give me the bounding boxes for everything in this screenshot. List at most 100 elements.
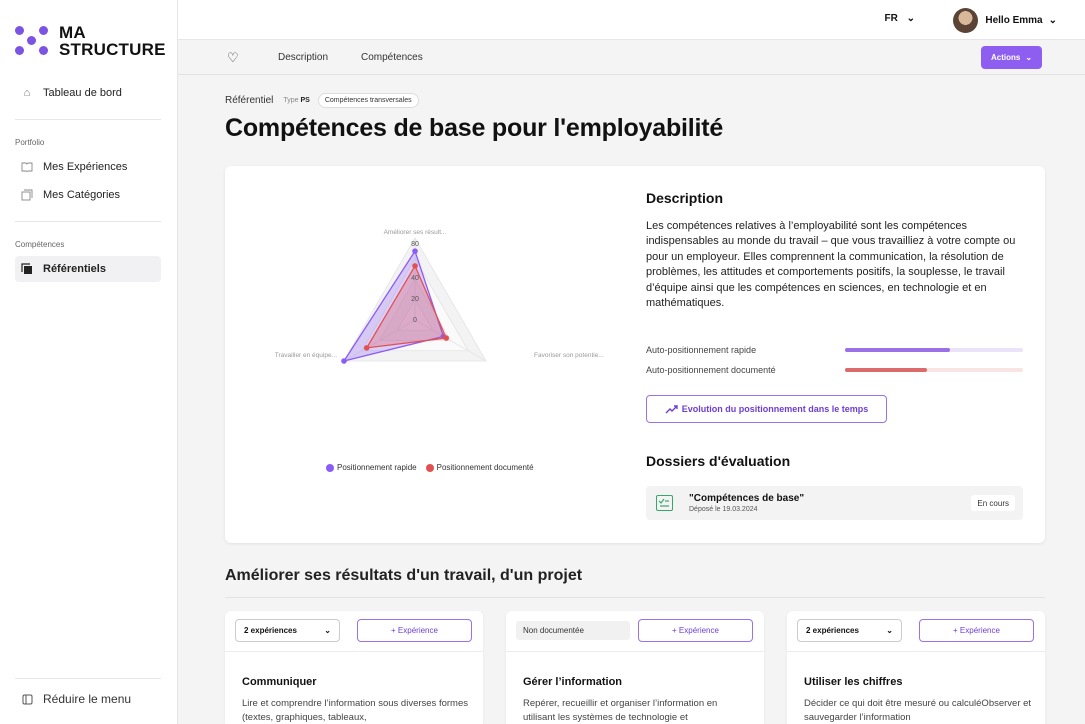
positioning-row-documente: Auto-positionnement documenté [646, 364, 1023, 376]
sidebar-divider [15, 221, 161, 222]
collapse-menu-button[interactable]: Réduire le menu [15, 686, 161, 712]
radar-axis-label: Favoriser son potentie... [534, 352, 604, 359]
logo-line2: STRUCTURE [59, 40, 166, 59]
experiences-select[interactable]: 2 expériences ⌄ [797, 619, 902, 642]
radar-axis-label: Travailler en équipe... [275, 352, 337, 359]
sidebar-item-categories[interactable]: Mes Catégories [15, 182, 161, 208]
overview-card: 80 40 20 0 Améliorer ses résult... Favoriser … [225, 166, 1045, 543]
chevron-down-icon: ⌄ [1025, 53, 1033, 62]
sidebar-section-portfolio: Portfolio [15, 138, 45, 147]
legend-item-documente[interactable]: Positionnement documenté [425, 463, 534, 472]
competence-name: Communiquer [242, 676, 317, 688]
select-value: 2 expériences [244, 626, 297, 635]
checklist-icon [656, 495, 673, 511]
radar-tick-label: 20 [411, 296, 419, 303]
user-greeting: Hello Emma [985, 15, 1043, 26]
sidebar-item-referentiels[interactable]: Référentiels [15, 256, 161, 282]
dossiers-title: Dossiers d'évaluation [646, 453, 791, 469]
progress-track [845, 368, 1023, 372]
dossier-date: Déposé le 19.03.2024 [689, 506, 758, 513]
radar-tick-label: 80 [411, 241, 419, 248]
user-menu[interactable]: Hello Emma ⌄ [953, 8, 1057, 33]
legend-dot [326, 463, 334, 472]
sidebar-item-dashboard[interactable]: ⌂ Tableau de bord [15, 80, 161, 106]
competence-description: Décider ce qui doit être mesuré ou calcu… [804, 698, 1032, 723]
page-title: Compétences de base pour l'employabilité [225, 114, 724, 142]
add-experience-button[interactable]: + Expérience [919, 619, 1034, 642]
tabs-bar: ♡ Description Compétences Actions ⌄ [178, 40, 1085, 75]
legend-item-rapide[interactable]: Positionnement rapide [326, 463, 417, 472]
sidebar-section-competences: Compétences [15, 240, 65, 249]
status-badge: En cours [971, 495, 1015, 511]
sidebar-divider [15, 119, 161, 120]
radar-point [443, 335, 450, 341]
avatar [953, 8, 979, 33]
sidebar-item-label: Tableau de bord [43, 87, 122, 99]
tab-description[interactable]: Description [278, 52, 328, 63]
trending-up-icon [665, 404, 678, 413]
copy-icon [21, 189, 33, 201]
description-text: Les compétences relatives à l’employabil… [646, 220, 1016, 310]
competence-name: Utiliser les chiffres [804, 676, 903, 688]
add-experience-button[interactable]: + Expérience [638, 619, 753, 642]
radar-tick-label: 0 [413, 317, 417, 324]
logo-line1: MA [59, 23, 86, 42]
radar-chart: 80 40 20 0 Améliorer ses résult... Favoriser … [275, 229, 604, 364]
chevron-down-icon: ⌄ [1048, 15, 1057, 26]
positioning-label: Auto-positionnement rapide [646, 345, 757, 355]
legend-label: Positionnement documenté [436, 463, 534, 472]
evolution-button[interactable]: Evolution du positionnement dans le temp… [646, 395, 887, 423]
book-open-icon [21, 161, 33, 173]
radar-point [412, 248, 418, 254]
add-experience-button[interactable]: + Expérience [357, 619, 472, 642]
legend-dot [425, 463, 434, 472]
breadcrumb-label[interactable]: Référentiel [225, 95, 273, 106]
positioning-row-rapide: Auto-positionnement rapide [646, 344, 1023, 356]
collapse-menu-label: Réduire le menu [43, 692, 132, 706]
radar-axis-label: Améliorer ses résult... [384, 229, 447, 236]
progress-fill [845, 368, 927, 372]
language-selector[interactable]: FR ⌄ [884, 13, 915, 24]
actions-label: Actions [990, 53, 1021, 62]
logo-text: MA STRUCTURE [59, 24, 166, 58]
logo[interactable]: MA STRUCTURE [15, 24, 166, 58]
experiences-select[interactable]: 2 expériences ⌄ [235, 619, 340, 642]
documentation-status: Non documentée [516, 621, 630, 640]
category-tag: Compétences transversales [317, 93, 419, 108]
competence-card: 2 expériences ⌄ + Expérience Utiliser le… [787, 611, 1045, 724]
stack-icon [21, 263, 33, 275]
section-divider [225, 597, 1045, 598]
positioning-label: Auto-positionnement documenté [646, 365, 776, 375]
sidebar-item-label: Mes Catégories [43, 189, 121, 201]
sidebar: MA STRUCTURE ⌂ Tableau de bord Portfolio… [0, 0, 178, 724]
progress-fill [845, 348, 951, 352]
tab-competences[interactable]: Compétences [361, 52, 423, 63]
heart-icon[interactable]: ♡ [227, 50, 239, 66]
section-title: Améliorer ses résultats d'un travail, d'… [225, 567, 583, 584]
dossier-item[interactable]: "Compétences de base" Déposé le 19.03.20… [646, 486, 1023, 520]
sidebar-item-label: Mes Expériences [43, 161, 128, 173]
radar-point [412, 263, 418, 269]
actions-button[interactable]: Actions ⌄ [981, 46, 1042, 69]
radar-point [363, 345, 370, 351]
competence-card: 2 expériences ⌄ + Expérience Communiquer… [225, 611, 483, 724]
radar-point [341, 358, 347, 364]
evolution-button-label: Evolution du positionnement dans le temp… [681, 404, 869, 414]
description-title: Description [646, 190, 724, 206]
type-value: PS [300, 97, 310, 104]
card-divider [225, 651, 483, 652]
competence-name: Gérer l’information [523, 676, 623, 688]
card-divider [506, 651, 764, 652]
sidebar-item-label: Référentiels [43, 263, 106, 275]
sidebar-item-experiences[interactable]: Mes Expériences [15, 154, 161, 180]
language-value: FR [884, 13, 898, 24]
competence-card: Non documentée + Expérience Gérer l’info… [506, 611, 764, 724]
competence-description: Repérer, recueillir et organiser l’infor… [523, 698, 718, 723]
chevron-down-icon: ⌄ [886, 626, 893, 635]
sidebar-collapse-icon [21, 693, 33, 705]
radar-tick-label: 40 [411, 275, 419, 282]
competence-description: Lire et comprendre l’information sous di… [242, 698, 468, 723]
sidebar-divider [15, 678, 161, 679]
type-label: Type [283, 97, 299, 104]
home-icon: ⌂ [23, 87, 31, 99]
